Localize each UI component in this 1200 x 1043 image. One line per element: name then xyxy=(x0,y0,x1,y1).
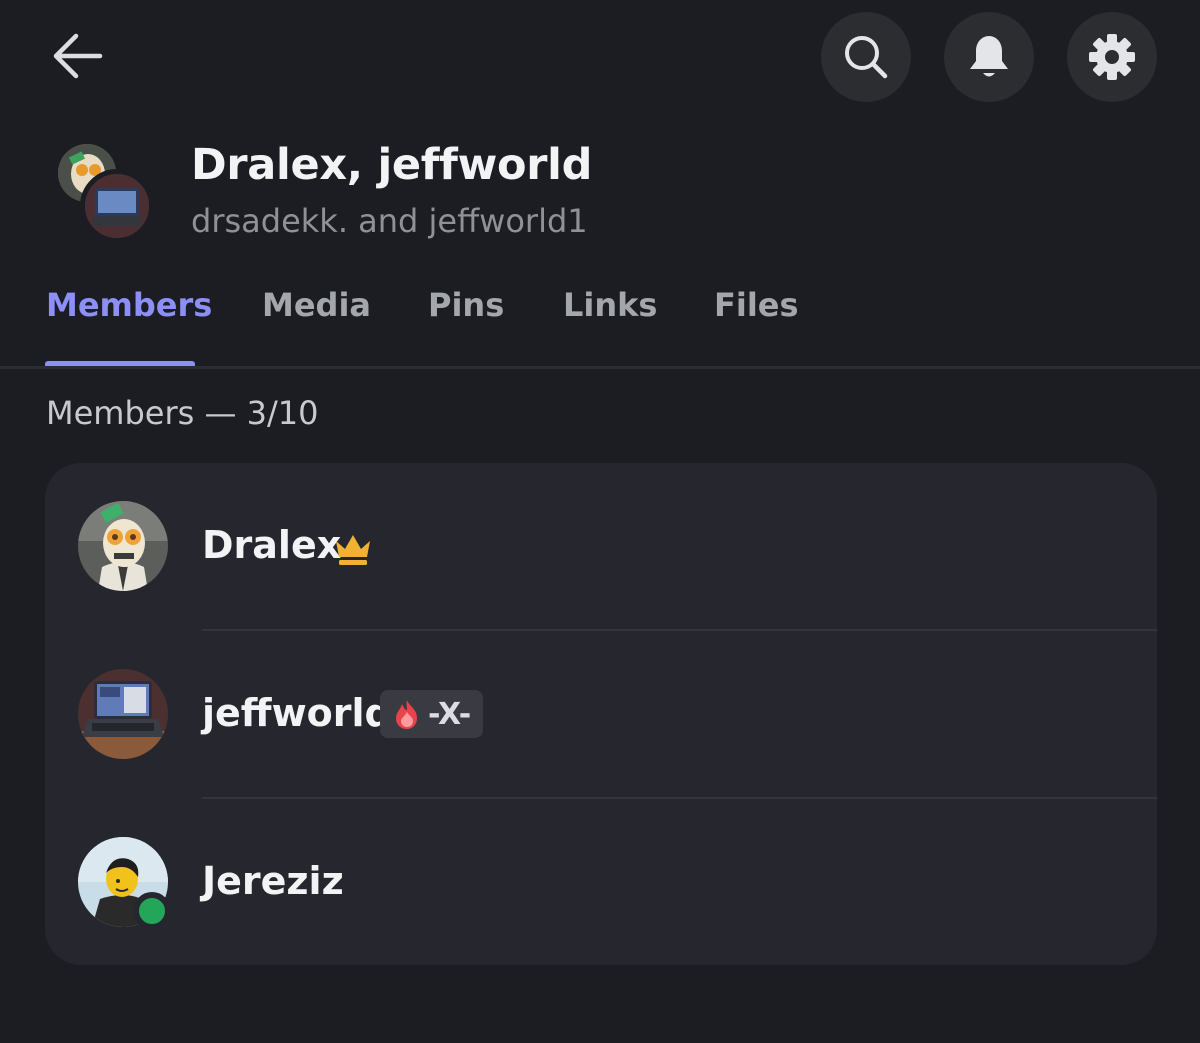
gear-icon xyxy=(1089,34,1135,80)
member-row-jereziz[interactable]: Jereziz xyxy=(45,799,1157,965)
group-title: Dralex, jeffworld xyxy=(191,140,593,190)
group-subtitle: drsadekk. and jeffworld1 xyxy=(191,202,588,240)
member-name: Jereziz xyxy=(202,859,344,903)
notifications-button[interactable] xyxy=(944,12,1034,102)
bell-icon xyxy=(970,36,1008,77)
tab-links[interactable]: Links xyxy=(563,282,657,332)
flame-icon xyxy=(396,700,417,729)
group-avatar-member-2 xyxy=(80,169,154,243)
member-list: Dralex jeffworld -X- Jereziz xyxy=(45,463,1157,965)
back-button[interactable] xyxy=(40,22,116,90)
tabs-divider xyxy=(0,366,1200,369)
member-name: jeffworld xyxy=(202,691,392,735)
member-row-jeffworld[interactable]: jeffworld -X- xyxy=(45,631,1157,798)
member-row-dralex[interactable]: Dralex xyxy=(45,463,1157,630)
avatar xyxy=(78,501,168,591)
channel-info-page: Dralex, jeffworld drsadekk. and jeffworl… xyxy=(0,0,1200,1043)
tab-media[interactable]: Media xyxy=(262,282,371,332)
member-name: Dralex xyxy=(202,523,342,567)
search-icon xyxy=(845,36,888,79)
crown-icon xyxy=(336,535,370,565)
settings-button[interactable] xyxy=(1067,12,1157,102)
clan-tag-label: -X- xyxy=(428,696,472,732)
arrow-left-icon xyxy=(53,33,103,79)
members-heading: Members — 3/10 xyxy=(46,394,319,432)
clan-tag: -X- xyxy=(380,690,484,738)
group-avatar xyxy=(58,144,154,243)
tab-members[interactable]: Members xyxy=(46,282,212,332)
tab-bar: Members Media Pins Links Files xyxy=(0,282,1200,368)
avatar xyxy=(78,669,168,759)
tab-files[interactable]: Files xyxy=(714,282,799,332)
search-button[interactable] xyxy=(821,12,911,102)
online-status-indicator xyxy=(133,892,171,930)
tab-pins[interactable]: Pins xyxy=(428,282,504,332)
